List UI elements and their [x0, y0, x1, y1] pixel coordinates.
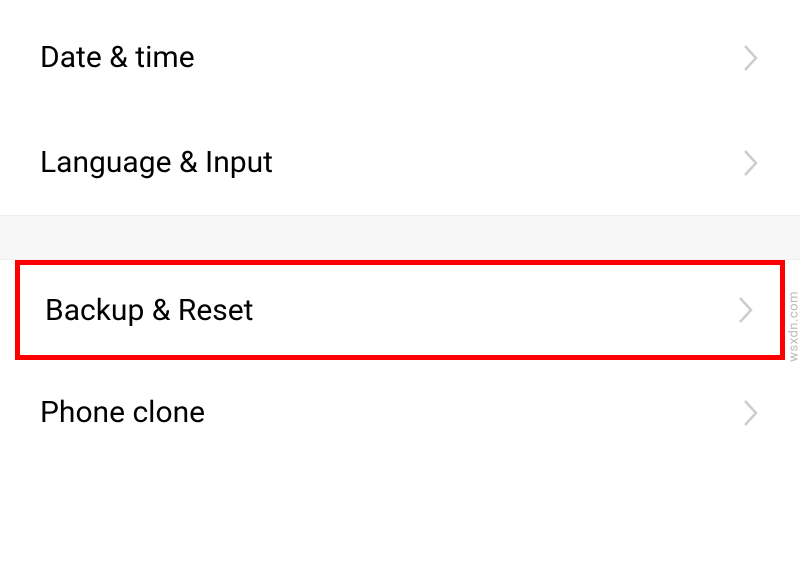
- settings-item-language-input[interactable]: Language & Input: [0, 110, 800, 215]
- settings-item-label: Backup & Reset: [45, 293, 253, 328]
- settings-item-date-time[interactable]: Date & time: [0, 5, 800, 110]
- settings-item-label: Language & Input: [40, 145, 273, 180]
- settings-group-1: Date & time Language & Input: [0, 0, 800, 215]
- settings-group-2: Backup & Reset Phone clone: [0, 260, 800, 465]
- settings-list: Date & time Language & Input Backup & Re…: [0, 0, 800, 465]
- chevron-right-icon: [742, 148, 760, 178]
- chevron-right-icon: [742, 398, 760, 428]
- settings-item-label: Date & time: [40, 40, 195, 75]
- settings-item-phone-clone[interactable]: Phone clone: [0, 360, 800, 465]
- chevron-right-icon: [742, 43, 760, 73]
- section-divider: [0, 215, 800, 260]
- chevron-right-icon: [737, 295, 755, 325]
- watermark-text: wsxdn.com: [787, 291, 800, 362]
- settings-item-label: Phone clone: [40, 395, 205, 430]
- settings-item-backup-reset[interactable]: Backup & Reset: [15, 260, 785, 360]
